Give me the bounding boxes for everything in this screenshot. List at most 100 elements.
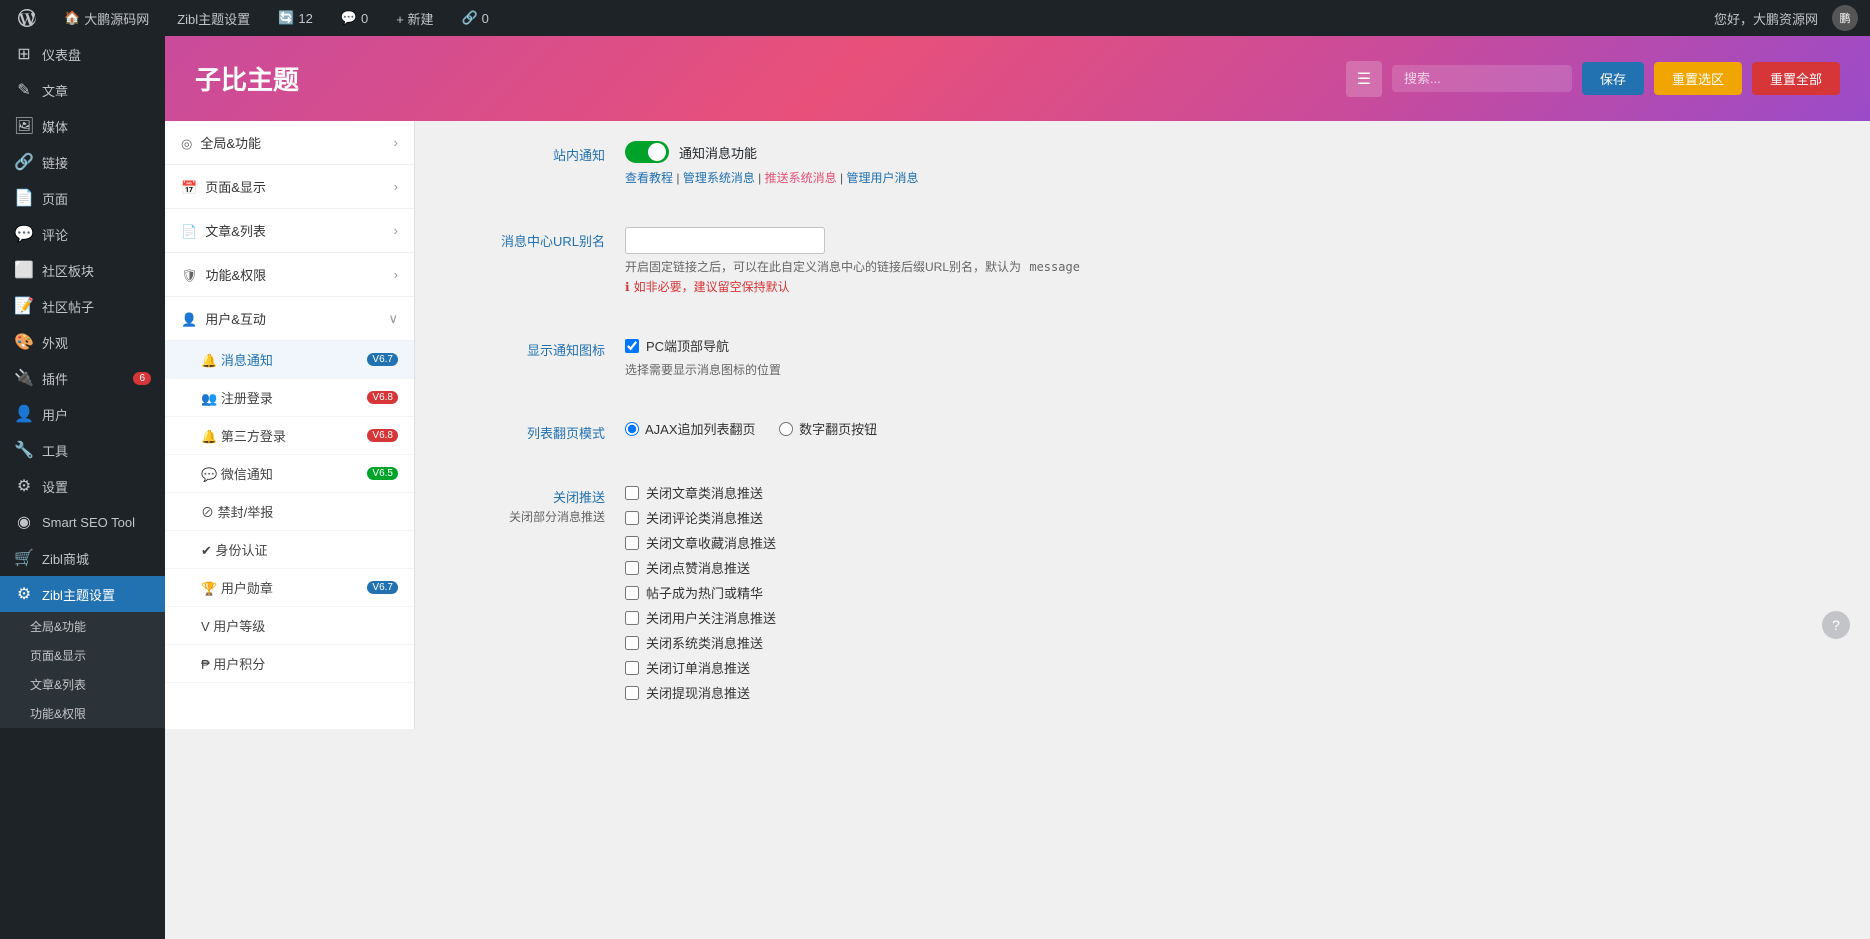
user-icon: 👤	[181, 312, 197, 327]
nav-section-page[interactable]: 📅页面&显示 ›	[165, 165, 414, 209]
sidebar-item-media[interactable]: 🖼 媒体	[0, 108, 165, 144]
theme-header: 子比主题 ☰ 保存 重置选区 重置全部	[165, 36, 1870, 121]
close-comment-item: 关闭评论类消息推送	[625, 508, 1840, 527]
nav-sub-user-points[interactable]: ₱ 用户积分	[165, 645, 414, 683]
close-order-checkbox[interactable]	[625, 661, 639, 675]
submenu-item-global[interactable]: 全局&功能	[0, 612, 165, 641]
pc-top-nav-checkbox[interactable]	[625, 339, 639, 353]
sidebar-item-plugins[interactable]: 🔌 插件 6	[0, 360, 165, 396]
plugins-badge: 6	[133, 372, 151, 385]
message-url-hint: 开启固定链接之后，可以在此自定义消息中心的链接后缀URL别名，默认为 messa…	[625, 258, 1840, 275]
nav-section-user[interactable]: 👤用户&互动 ∨	[165, 297, 414, 341]
message-url-label: 消息中心URL别名	[445, 227, 605, 250]
shield-icon: 🛡	[181, 268, 198, 283]
sidebar-item-zibl-settings[interactable]: ⚙ Zibl主题设置	[0, 576, 165, 612]
comments-btn[interactable]: 💬 0	[335, 0, 374, 36]
site-notify-label: 站内通知	[445, 141, 605, 164]
nav-sub-wechat-notify[interactable]: 💬 微信通知 V6.5	[165, 455, 414, 493]
sidebar-item-dashboard[interactable]: ⊞ 仪表盘	[0, 36, 165, 72]
page-title: 子比主题	[195, 60, 299, 97]
close-article-checkbox[interactable]	[625, 486, 639, 500]
nav-sub-user-medal[interactable]: 🏆 用户勋章 V6.7	[165, 569, 414, 607]
close-system-item: 关闭系统类消息推送	[625, 633, 1840, 652]
sidebar-item-community-block[interactable]: ⬜ 社区板块	[0, 252, 165, 288]
chevron-right-icon: ›	[394, 135, 398, 150]
close-push-sub-label: 关闭部分消息推送	[445, 508, 605, 525]
nav-section-global[interactable]: ◎全局&功能 ›	[165, 121, 414, 165]
close-withdraw-item: 关闭提现消息推送	[625, 683, 1840, 702]
nav-sub-identity[interactable]: ✔ 身份认证	[165, 531, 414, 569]
main-content: 子比主题 ☰ 保存 重置选区 重置全部 ◎全局&功能 › 📅页面&显示 ›	[165, 36, 1870, 939]
sidebar-item-seo-tool[interactable]: ◉ Smart SEO Tool	[0, 504, 165, 540]
site-notify-field: 通知消息功能 查看教程 | 管理系统消息 | 推送系统消息 | 管理用户消息	[625, 141, 1840, 186]
tools-icon: 🔧	[14, 440, 34, 460]
nav-section-funcperms[interactable]: 🛡功能&权限 ›	[165, 253, 414, 297]
reset-all-button[interactable]: 重置全部	[1752, 62, 1840, 95]
site-notify-toggle-text: 通知消息功能	[679, 143, 757, 162]
nav-sub-register-login[interactable]: 👥 注册登录 V6.8	[165, 379, 414, 417]
save-button[interactable]: 保存	[1582, 62, 1644, 95]
nav-sub-message-notify[interactable]: 🔔 消息通知 V6.7	[165, 341, 414, 379]
nav-sub-ban-report[interactable]: ⊘ 禁封/举报	[165, 493, 414, 531]
close-withdraw-checkbox[interactable]	[625, 686, 639, 700]
manage-user-msg-link[interactable]: 管理用户消息	[846, 171, 918, 185]
close-hot-elite-item: 帖子成为热门或精华	[625, 583, 1840, 602]
settings-content: 站内通知 通知消息功能 查看教程 | 管理系统消息 | 推送	[415, 121, 1870, 729]
close-hot-elite-checkbox[interactable]	[625, 586, 639, 600]
search-input[interactable]	[1392, 65, 1572, 92]
submenu-item-page[interactable]: 页面&显示	[0, 641, 165, 670]
number-btn-radio-item[interactable]: 数字翻页按钮	[779, 419, 877, 438]
site-notify-toggle[interactable]	[625, 141, 669, 163]
sidebar-item-users[interactable]: 👤 用户	[0, 396, 165, 432]
close-like-checkbox[interactable]	[625, 561, 639, 575]
site-name-btn[interactable]: 🏠 大鹏源码网	[58, 0, 155, 36]
posts-icon: ✎	[14, 80, 34, 100]
updates-btn[interactable]: 🔄 12	[272, 0, 319, 36]
close-system-checkbox[interactable]	[625, 636, 639, 650]
submenu-item-funcperms[interactable]: 功能&权限	[0, 699, 165, 728]
nav-section-article[interactable]: 📄文章&列表 ›	[165, 209, 414, 253]
close-article-collect-checkbox[interactable]	[625, 536, 639, 550]
sidebar-item-posts[interactable]: ✎ 文章	[0, 72, 165, 108]
sidebar-item-zibl-shop[interactable]: 🛒 Zibl商城	[0, 540, 165, 576]
avatar-btn[interactable]: 鹏	[1832, 5, 1858, 31]
close-comment-checkbox[interactable]	[625, 511, 639, 525]
badge-v68-reg: V6.8	[367, 391, 398, 404]
nav-sub-third-login[interactable]: 🔔 第三方登录 V6.8	[165, 417, 414, 455]
grid-view-btn[interactable]: ☰	[1346, 61, 1382, 97]
close-user-follow-item: 关闭用户关注消息推送	[625, 608, 1840, 627]
shop-icon: 🛒	[14, 548, 34, 568]
greeting-text: 您好，大鹏资源网	[1708, 0, 1824, 36]
sidebar-item-appearance[interactable]: 🎨 外观	[0, 324, 165, 360]
pagination-mode-label: 列表翻页模式	[445, 419, 605, 442]
message-url-input[interactable]	[625, 227, 825, 254]
chevron-right-icon-4: ›	[394, 267, 398, 282]
tutorial-link[interactable]: 查看教程	[625, 171, 673, 185]
warning-icon: ℹ	[625, 280, 630, 294]
sidebar-item-comments[interactable]: 💬 评论	[0, 216, 165, 252]
submenu-item-article[interactable]: 文章&列表	[0, 670, 165, 699]
help-button[interactable]: ?	[1822, 611, 1850, 639]
sidebar-item-tools[interactable]: 🔧 工具	[0, 432, 165, 468]
number-btn-radio[interactable]	[779, 422, 793, 436]
theme-settings-btn[interactable]: Zibl主题设置	[171, 0, 256, 36]
wp-logo-btn[interactable]	[12, 0, 42, 36]
sidebar-item-pages[interactable]: 📄 页面	[0, 180, 165, 216]
sidebar-item-settings[interactable]: ⚙ 设置	[0, 468, 165, 504]
ajax-load-radio-item[interactable]: AJAX追加列表翻页	[625, 419, 756, 438]
ajax-load-radio[interactable]	[625, 422, 639, 436]
badge-v65: V6.5	[367, 467, 398, 480]
links-btn[interactable]: 🔗 0	[455, 0, 494, 36]
show-notify-icon-label: 显示通知图标	[445, 336, 605, 359]
close-user-follow-checkbox[interactable]	[625, 611, 639, 625]
push-sys-msg-link[interactable]: 推送系统消息	[765, 171, 837, 185]
nav-sub-user-level[interactable]: V 用户等级	[165, 607, 414, 645]
reset-selection-button[interactable]: 重置选区	[1654, 62, 1742, 95]
pagination-mode-field: AJAX追加列表翻页 数字翻页按钮	[625, 419, 1840, 439]
sidebar-item-community-posts[interactable]: 📝 社区帖子	[0, 288, 165, 324]
sidebar-item-links[interactable]: 🔗 链接	[0, 144, 165, 180]
article-icon: 📄	[181, 224, 197, 239]
links-icon: 🔗	[14, 152, 34, 172]
manage-sys-msg-link[interactable]: 管理系统消息	[683, 171, 755, 185]
new-content-btn[interactable]: + 新建	[390, 0, 439, 36]
